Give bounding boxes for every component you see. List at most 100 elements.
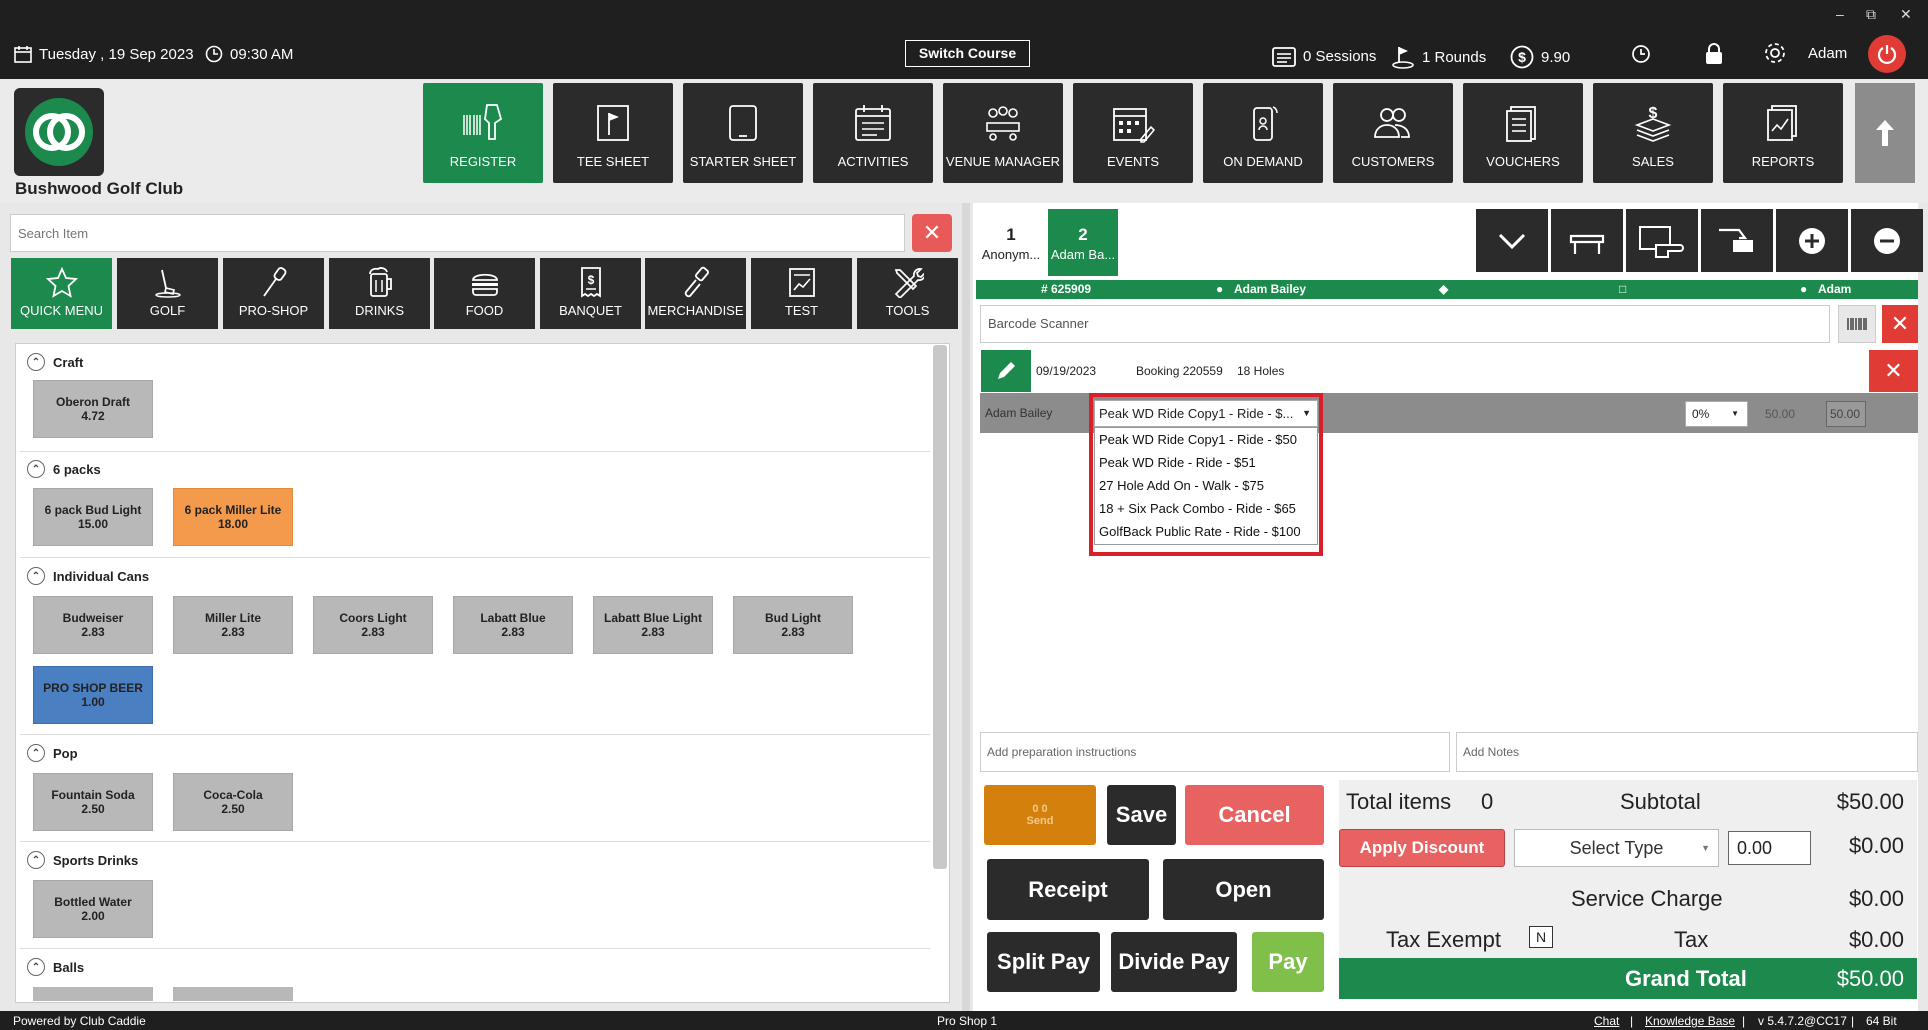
item-name: Coors Light [339, 611, 407, 625]
section-header[interactable]: ⌃ Craft [27, 353, 83, 371]
category-quick-menu[interactable]: QUICK MENU [11, 258, 112, 329]
nav-tee-sheet[interactable]: TEE SHEET [553, 83, 673, 183]
category-tools[interactable]: TOOLS [857, 258, 958, 329]
category-food[interactable]: FOOD [434, 258, 535, 329]
balance-display[interactable]: $ 9.90 [1510, 45, 1570, 69]
menu-item[interactable]: Oberon Draft 4.72 [33, 380, 153, 438]
add-order-button[interactable] [1776, 209, 1848, 272]
nav-activities[interactable]: ACTIVITIES [813, 83, 933, 183]
gear-icon[interactable] [1763, 41, 1787, 65]
transfer-button[interactable] [1626, 209, 1698, 272]
split-pay-button[interactable]: Split Pay [987, 932, 1100, 992]
menu-item[interactable]: Budweiser 2.83 [33, 596, 153, 654]
barcode-scanner-icon [463, 104, 503, 140]
receipt-button[interactable]: Receipt [987, 859, 1149, 920]
edit-booking-button[interactable] [981, 350, 1031, 392]
discount-type-select[interactable]: Select Type ▼ [1514, 829, 1719, 867]
nav-register[interactable]: REGISTER [423, 83, 543, 183]
knowledge-base-link[interactable]: Knowledge Base [1645, 1014, 1735, 1028]
category-merchandise[interactable]: MERCHANDISE [645, 258, 746, 329]
section-header[interactable]: ⌃ Individual Cans [27, 567, 149, 585]
nav-events[interactable]: EVENTS [1073, 83, 1193, 183]
section-header[interactable]: ⌃ 6 packs [27, 460, 101, 478]
beer-icon [368, 267, 392, 297]
minimize-icon[interactable]: – [1836, 6, 1844, 22]
lock-icon[interactable] [1705, 43, 1723, 65]
table-button[interactable] [1551, 209, 1623, 272]
menu-item[interactable]: PRO SHOP BEER 1.00 [33, 666, 153, 724]
tab-order-2[interactable]: 2 Adam Ba... [1048, 209, 1118, 276]
sessions-display[interactable]: 0 Sessions [1272, 45, 1376, 67]
notes-input[interactable]: Add Notes [1456, 732, 1918, 772]
category-golf[interactable]: GOLF [117, 258, 218, 329]
barcode-scanner-input[interactable]: Barcode Scanner [980, 305, 1830, 343]
expand-button[interactable] [1476, 209, 1548, 272]
section-header[interactable]: ⌃ Sports Drinks [27, 851, 138, 869]
remove-booking-button[interactable]: ✕ [1869, 350, 1918, 392]
scrollbar-thumb[interactable] [933, 345, 947, 869]
customer-name[interactable]: Adam Bailey [1234, 282, 1306, 296]
close-window-icon[interactable]: ✕ [1900, 6, 1912, 23]
category-drinks[interactable]: DRINKS [329, 258, 430, 329]
restore-icon[interactable]: ⧉ [1866, 6, 1876, 23]
tab-order-1[interactable]: 1 Anonym... [976, 209, 1046, 276]
panel-divider[interactable] [962, 203, 970, 1011]
collapse-nav-button[interactable] [1855, 83, 1915, 183]
apply-discount-button[interactable]: Apply Discount [1339, 829, 1505, 867]
category-banquet[interactable]: $ BANQUET [540, 258, 641, 329]
menu-item[interactable]: Labatt Blue Light 2.83 [593, 596, 713, 654]
barcode-button[interactable] [1838, 305, 1876, 343]
menu-item-partial[interactable] [33, 987, 153, 1001]
nav-sales[interactable]: $ SALES [1593, 83, 1713, 183]
save-button[interactable]: Save [1107, 785, 1176, 845]
remove-order-button[interactable] [1851, 209, 1923, 272]
menu-item[interactable]: Bottled Water 2.00 [33, 880, 153, 938]
menu-item[interactable]: 6 pack Bud Light 15.00 [33, 488, 153, 546]
cancel-button[interactable]: Cancel [1185, 785, 1324, 845]
nav-venue-manager[interactable]: VENUE MANAGER [943, 83, 1063, 183]
search-item-input[interactable] [10, 214, 905, 252]
pay-button[interactable]: Pay [1252, 932, 1324, 992]
nav-customers[interactable]: CUSTOMERS [1333, 83, 1453, 183]
clear-search-button[interactable]: ✕ [912, 214, 952, 252]
power-button[interactable] [1868, 35, 1906, 73]
nav-on-demand[interactable]: ON DEMAND [1203, 83, 1323, 183]
nav-reports[interactable]: REPORTS [1723, 83, 1843, 183]
tag-icon[interactable]: ◆ [1439, 282, 1448, 296]
line-discount-select[interactable]: 0% ▼ [1685, 401, 1748, 427]
chat-link[interactable]: Chat [1594, 1014, 1619, 1028]
category-pro-shop[interactable]: PRO-SHOP [223, 258, 324, 329]
nav-starter-sheet[interactable]: STARTER SHEET [683, 83, 803, 183]
divide-pay-button[interactable]: Divide Pay [1111, 932, 1237, 992]
menu-item[interactable]: Fountain Soda 2.50 [33, 773, 153, 831]
tab-name: Anonym... [981, 247, 1041, 262]
preparation-input[interactable]: Add preparation instructions [980, 732, 1450, 772]
menu-item[interactable]: 6 pack Miller Lite 18.00 [173, 488, 293, 546]
clear-barcode-button[interactable]: ✕ [1882, 305, 1918, 343]
menu-item[interactable]: Miller Lite 2.83 [173, 596, 293, 654]
menu-item[interactable]: Labatt Blue 2.83 [453, 596, 573, 654]
menu-item[interactable]: Coors Light 2.83 [313, 596, 433, 654]
hold-button[interactable] [1701, 209, 1773, 272]
menu-item-partial[interactable] [173, 987, 293, 1001]
history-icon[interactable] [1631, 44, 1651, 64]
switch-course-button[interactable]: Switch Course [905, 40, 1030, 67]
menu-item[interactable]: Bud Light 2.83 [733, 596, 853, 654]
server-name[interactable]: Adam [1818, 282, 1851, 296]
rounds-display[interactable]: 1 Rounds [1391, 45, 1486, 69]
section-header[interactable]: ⌃ Balls [27, 958, 84, 976]
send-button[interactable]: 0 0 Send [984, 785, 1096, 845]
item-price: 2.83 [361, 625, 385, 639]
table-small-icon[interactable]: □ [1619, 282, 1626, 296]
user-name[interactable]: Adam [1808, 45, 1847, 62]
nav-vouchers[interactable]: VOUCHERS [1463, 83, 1583, 183]
hand-point-icon [1639, 225, 1684, 258]
menu-item[interactable]: Coca-Cola 2.50 [173, 773, 293, 831]
section-header[interactable]: ⌃ Pop [27, 744, 78, 762]
open-button[interactable]: Open [1163, 859, 1324, 920]
category-test[interactable]: TEST [751, 258, 852, 329]
tax-exempt-toggle[interactable]: N [1529, 926, 1553, 948]
items-scrollbar[interactable] [930, 343, 950, 1003]
tax-label: Tax [1674, 927, 1709, 952]
sessions-icon [1272, 47, 1296, 67]
